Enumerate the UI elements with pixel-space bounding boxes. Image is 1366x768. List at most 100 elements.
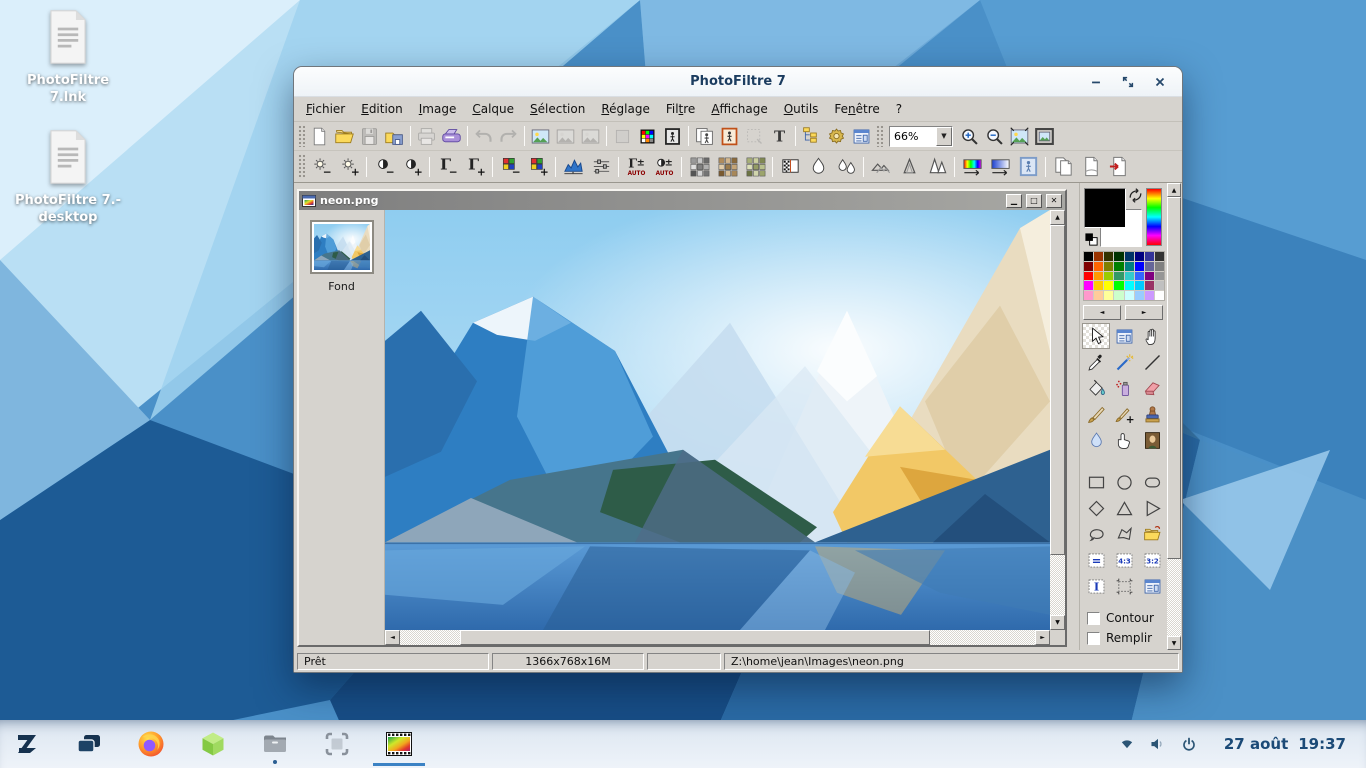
shape-diamond-icon[interactable] — [1082, 495, 1110, 521]
hue-variation-icon[interactable] — [958, 153, 986, 181]
sepia-icon[interactable] — [713, 153, 741, 181]
sharpen-more-icon[interactable] — [923, 153, 951, 181]
scroll-up-icon[interactable]: ▲ — [1167, 183, 1181, 197]
wifi-icon[interactable] — [1115, 732, 1139, 756]
saturation-plus-icon[interactable]: + — [524, 153, 552, 181]
palette-color[interactable] — [1094, 272, 1103, 281]
shape-right-triangle-icon[interactable] — [1138, 495, 1166, 521]
swap-colors-icon[interactable] — [1127, 187, 1144, 204]
palette-color[interactable] — [1135, 272, 1144, 281]
spray-tool-icon[interactable] — [1110, 375, 1138, 401]
palette-color[interactable] — [1084, 291, 1093, 300]
full-screen-icon[interactable] — [1032, 124, 1057, 149]
hue-picker-strip[interactable] — [1146, 188, 1162, 246]
histogram-icon[interactable] — [559, 153, 587, 181]
photomask-blue-icon[interactable] — [1014, 153, 1042, 181]
palette-color[interactable] — [1155, 262, 1164, 271]
manual-selection-icon[interactable] — [1110, 573, 1138, 599]
zorin-menu-icon[interactable] — [10, 722, 44, 766]
palette-color[interactable] — [1135, 291, 1144, 300]
document-minimize-button[interactable]: ▁ — [1006, 194, 1022, 208]
palette-color[interactable] — [1145, 252, 1154, 261]
document-titlebar[interactable]: neon.png ▁ □ ✕ — [299, 191, 1065, 210]
smudge-tool-icon[interactable] — [1110, 427, 1138, 453]
plugins-icon[interactable] — [824, 124, 849, 149]
relief-icon[interactable] — [867, 153, 895, 181]
auto-levels-icon[interactable]: Γ±AUTO — [622, 153, 650, 181]
explorer-icon[interactable] — [799, 124, 824, 149]
menu-edition[interactable]: Edition — [353, 99, 411, 119]
scroll-right-icon[interactable]: ► — [1035, 630, 1050, 645]
ratio-fixed-icon[interactable]: = — [1082, 547, 1110, 573]
sharpen-icon[interactable] — [895, 153, 923, 181]
palette-color[interactable] — [1104, 272, 1113, 281]
eraser-tool-icon[interactable] — [1138, 375, 1166, 401]
grayscale-icon[interactable] — [685, 153, 713, 181]
screenshot-tool-icon[interactable] — [320, 722, 354, 766]
palette-color[interactable] — [1104, 262, 1113, 271]
horizontal-scroll-thumb[interactable] — [460, 630, 930, 645]
menu-help[interactable]: ? — [888, 99, 910, 119]
shape-rectangle-icon[interactable] — [1082, 469, 1110, 495]
vertical-scrollbar[interactable]: ▲ ▼ — [1050, 210, 1065, 630]
palette-color[interactable] — [1104, 252, 1113, 261]
contour-checkbox[interactable] — [1087, 612, 1100, 625]
hand-tool-icon[interactable] — [1138, 323, 1166, 349]
panel-scroll-thumb[interactable] — [1167, 197, 1181, 559]
scroll-up-icon[interactable]: ▲ — [1050, 210, 1065, 225]
palette-color[interactable] — [1114, 281, 1123, 290]
save-as-icon[interactable] — [382, 124, 407, 149]
module-panel-icon[interactable] — [849, 124, 874, 149]
power-icon[interactable] — [1177, 732, 1201, 756]
blur-icon[interactable] — [804, 153, 832, 181]
software-cube-icon[interactable] — [196, 722, 230, 766]
palette-color[interactable] — [1104, 291, 1113, 300]
volume-icon[interactable] — [1146, 732, 1170, 756]
arrow-tool-icon[interactable] — [1082, 323, 1110, 349]
palette-color[interactable] — [1114, 252, 1123, 261]
zoom-select[interactable]: 66%▼ — [889, 126, 953, 147]
shape-rounded-rect-icon[interactable] — [1138, 469, 1166, 495]
text-selection-icon[interactable]: I — [1082, 573, 1110, 599]
shape-ellipse-icon[interactable] — [1110, 469, 1138, 495]
dropdown-arrow-icon[interactable]: ▼ — [936, 127, 952, 146]
toolbar-grip[interactable] — [298, 154, 305, 179]
dither-icon[interactable] — [776, 153, 804, 181]
menu-fenetre[interactable]: Fenêtre — [826, 99, 887, 119]
palette-prev-button[interactable]: ◄ — [1083, 305, 1121, 320]
vertical-scroll-thumb[interactable] — [1050, 225, 1065, 555]
photomask-icon[interactable] — [692, 124, 717, 149]
brush-tool-icon[interactable] — [1082, 401, 1110, 427]
window-titlebar[interactable]: PhotoFiltre 7 — [294, 67, 1182, 97]
new-icon[interactable] — [307, 124, 332, 149]
menu-image[interactable]: Image — [411, 99, 465, 119]
saturation-minus-icon[interactable]: − — [496, 153, 524, 181]
palette-color[interactable] — [1135, 252, 1144, 261]
firefox-icon[interactable] — [134, 722, 168, 766]
wand-tool-icon[interactable] — [1110, 349, 1138, 375]
scroll-down-icon[interactable]: ▼ — [1050, 615, 1065, 630]
palette-color[interactable] — [1114, 291, 1123, 300]
paste-page-icon[interactable] — [1077, 153, 1105, 181]
gamma-plus-icon[interactable]: Γ+ — [461, 153, 489, 181]
photochrome-icon[interactable] — [741, 153, 769, 181]
layers-tool-icon[interactable] — [1110, 323, 1138, 349]
palette-color[interactable] — [1094, 291, 1103, 300]
selection-options-icon[interactable] — [1138, 573, 1166, 599]
open-icon[interactable] — [332, 124, 357, 149]
menu-affichage[interactable]: Affichage — [703, 99, 775, 119]
palette-color[interactable] — [1155, 272, 1164, 281]
menu-filtre[interactable]: Filtre — [658, 99, 703, 119]
remplir-checkbox[interactable] — [1087, 632, 1100, 645]
stamp-tool-icon[interactable] — [1138, 401, 1166, 427]
palette-color[interactable] — [1114, 272, 1123, 281]
menu-calque[interactable]: Calque — [464, 99, 522, 119]
palette-color[interactable] — [1125, 262, 1134, 271]
foreground-color-swatch[interactable] — [1084, 188, 1126, 228]
palette-color[interactable] — [1155, 252, 1164, 261]
palette-color[interactable] — [1084, 262, 1093, 271]
palette-color[interactable] — [1094, 252, 1103, 261]
auto-contrast-icon[interactable]: ±AUTO — [650, 153, 678, 181]
minimize-button[interactable] — [1086, 72, 1106, 92]
palette-color[interactable] — [1135, 262, 1144, 271]
